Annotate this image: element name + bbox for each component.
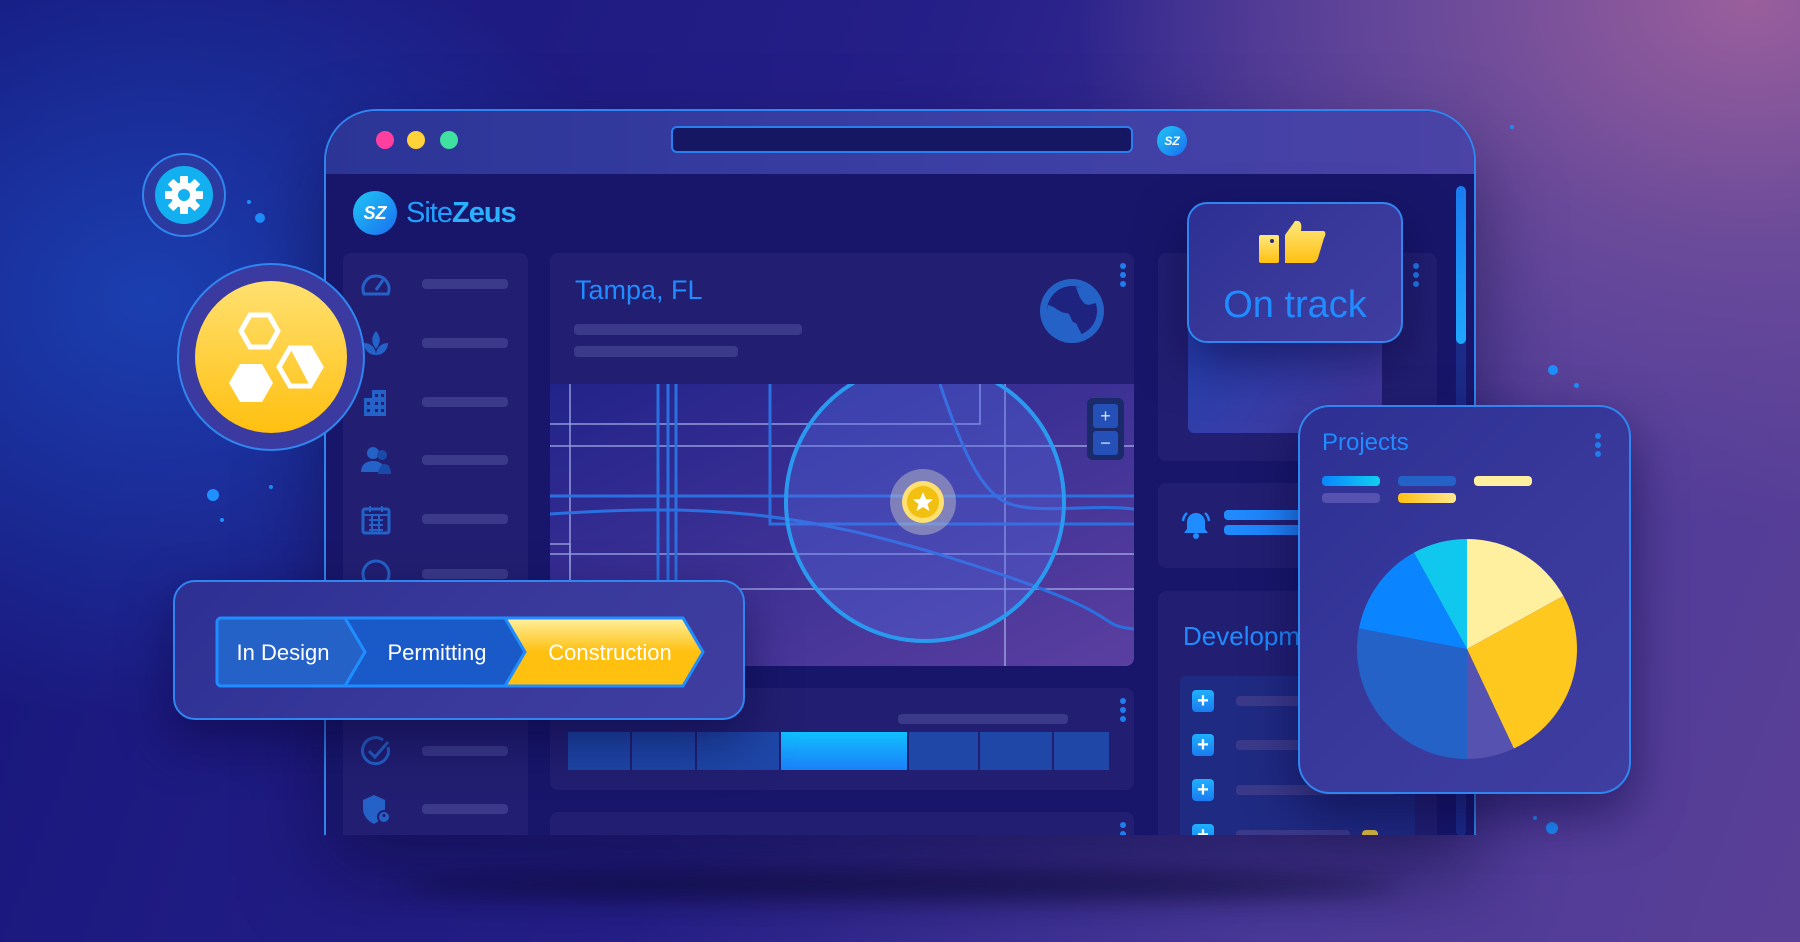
- card-menu-button[interactable]: [1120, 263, 1126, 290]
- pie-slice-4[interactable]: [1357, 628, 1467, 759]
- legend-swatch: [1474, 476, 1532, 486]
- sidebar-label: [422, 569, 508, 579]
- decor-dot: [207, 489, 219, 501]
- globe-icon[interactable]: [1036, 275, 1108, 347]
- legend-swatch: [1398, 493, 1456, 503]
- minimize-button[interactable]: [407, 131, 425, 149]
- legend-swatch: [1322, 493, 1380, 503]
- bottom-card: [550, 812, 1134, 835]
- add-button[interactable]: +: [1192, 779, 1214, 801]
- maximize-button[interactable]: [440, 131, 458, 149]
- decor-dot: [1533, 816, 1537, 820]
- status-card: On track: [1187, 202, 1403, 343]
- add-button[interactable]: +: [1192, 734, 1214, 756]
- gauge-icon[interactable]: [360, 268, 392, 300]
- sidebar-label: [422, 455, 508, 465]
- profile-logo-icon[interactable]: SZ: [1157, 126, 1187, 156]
- timeline-segment[interactable]: [1053, 732, 1109, 770]
- brand-name: SiteZeus: [406, 197, 517, 230]
- gear-icon: [155, 166, 213, 224]
- calendar-icon[interactable]: [360, 503, 392, 535]
- subtitle-placeholder: [574, 324, 802, 335]
- card-menu-button[interactable]: [1120, 698, 1126, 725]
- decor-dot: [255, 213, 265, 223]
- projects-title: Projects: [1322, 429, 1409, 456]
- step-label: Construction: [548, 640, 672, 665]
- bell-icon[interactable]: [1180, 509, 1212, 541]
- address-bar[interactable]: [671, 126, 1133, 153]
- check-circle-icon[interactable]: [360, 735, 392, 767]
- logo-mark: SZ: [353, 191, 397, 235]
- list-item-placeholder: [1236, 830, 1350, 835]
- timeline-segment[interactable]: [696, 732, 780, 770]
- decor-dot: [269, 485, 273, 489]
- timeline-title-placeholder: [898, 714, 1068, 724]
- card-menu-button[interactable]: [1413, 263, 1419, 290]
- close-button[interactable]: [376, 131, 394, 149]
- step-label: In Design: [237, 640, 330, 665]
- sidebar-label: [422, 338, 508, 348]
- decor-dot: [247, 200, 251, 204]
- status-label: On track: [1223, 284, 1367, 326]
- decor-dot: [220, 518, 224, 522]
- decor-dot: [1548, 365, 1558, 375]
- building-icon[interactable]: [360, 386, 392, 418]
- timeline-segment-active[interactable]: [781, 732, 907, 770]
- projects-card: Projects: [1298, 405, 1631, 794]
- window-shadow: [400, 870, 1400, 900]
- settings-badge[interactable]: [142, 153, 226, 237]
- decor-dot: [1574, 383, 1579, 388]
- sidebar-label: [422, 514, 508, 524]
- sidebar-label: [422, 746, 508, 756]
- zoom-in-label: +: [1100, 406, 1111, 426]
- shield-user-icon[interactable]: [360, 793, 392, 825]
- title-bar: SZ: [326, 111, 1474, 174]
- sidebar-label: [422, 397, 508, 407]
- card-menu-button[interactable]: [1120, 822, 1126, 835]
- projects-pie-chart[interactable]: [1355, 537, 1579, 761]
- timeline-segment[interactable]: [632, 732, 695, 770]
- decor-dot: [1510, 125, 1514, 129]
- location-marker[interactable]: [890, 469, 956, 535]
- users-icon[interactable]: [360, 444, 392, 476]
- add-button[interactable]: +: [1192, 690, 1214, 712]
- zoom-out-label: −: [1100, 433, 1111, 453]
- status-chip: [1362, 830, 1378, 835]
- legend-swatch: [1398, 476, 1456, 486]
- timeline-segment[interactable]: [568, 732, 631, 770]
- thumbs-up-icon: [1259, 220, 1326, 263]
- timeline-segment[interactable]: [908, 732, 979, 770]
- step-label: Permitting: [387, 640, 486, 665]
- card-menu-button[interactable]: [1595, 433, 1601, 460]
- location-title: Tampa, FL: [575, 275, 703, 305]
- brand-prefix: Site: [406, 197, 453, 229]
- timeline-bar[interactable]: [568, 732, 1109, 770]
- pipeline-steps: In Design Permitting Construction: [215, 616, 705, 688]
- hexagons-icon: [195, 281, 347, 433]
- add-button[interactable]: +: [1192, 824, 1214, 835]
- brand-suffix: Zeus: [451, 197, 517, 229]
- timeline-segment[interactable]: [980, 732, 1052, 770]
- hexagon-badge: [177, 263, 365, 451]
- development-title: Developm: [1183, 621, 1301, 651]
- scrollbar-thumb[interactable]: [1456, 186, 1466, 344]
- sidebar-label: [422, 804, 508, 814]
- sidebar-label: [422, 279, 508, 289]
- sidebar: [343, 253, 528, 835]
- pipeline-card: In Design Permitting Construction: [173, 580, 745, 720]
- subtitle-placeholder: [574, 346, 738, 357]
- decor-dot: [1546, 822, 1558, 834]
- legend-swatch: [1322, 476, 1380, 486]
